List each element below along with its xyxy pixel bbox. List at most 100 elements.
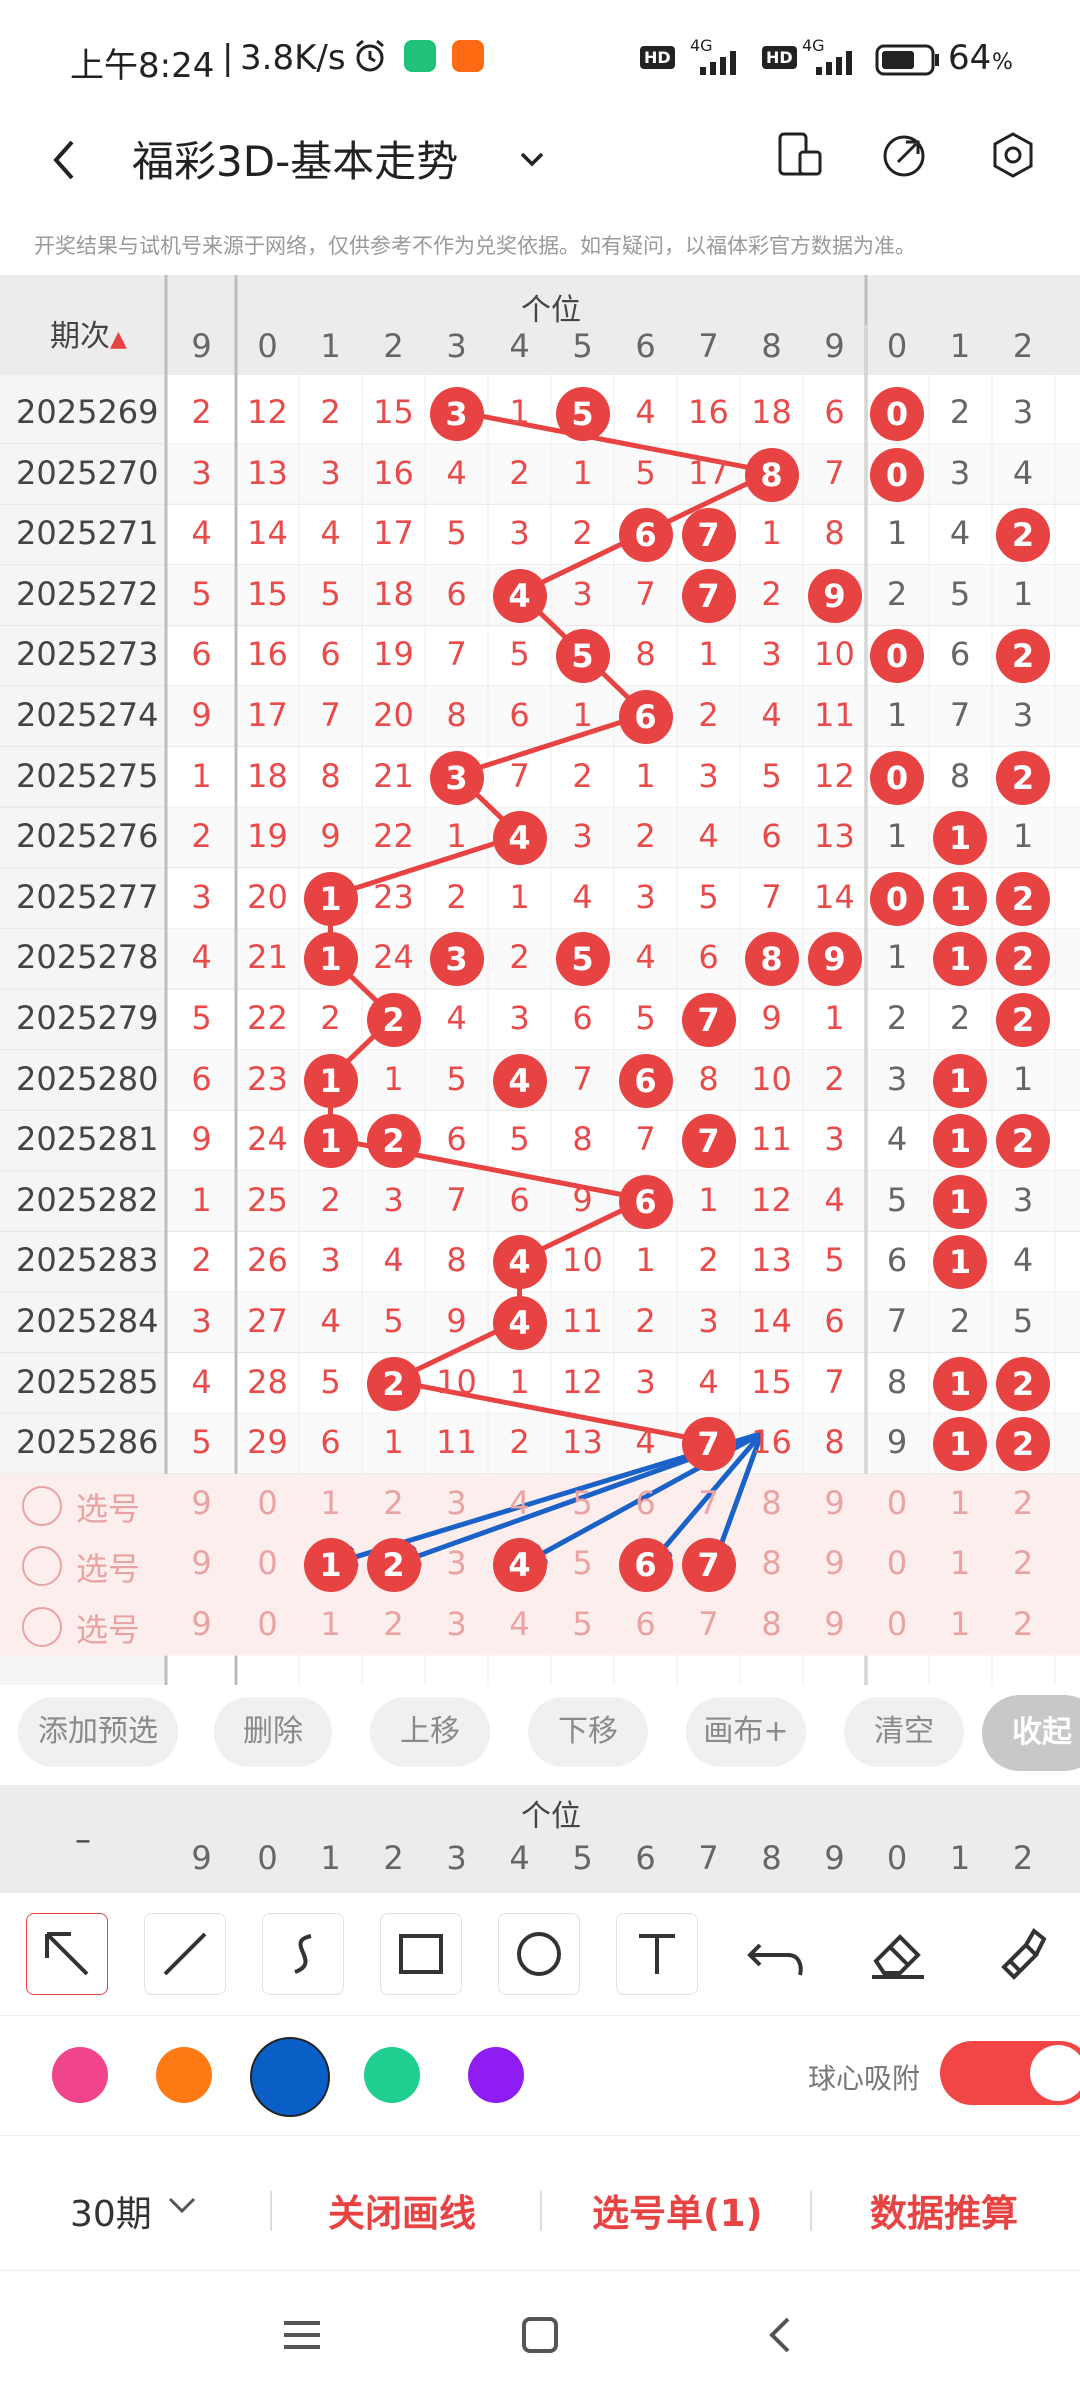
select-digit[interactable]: 9 [803,1605,866,1643]
data-calc-button[interactable]: 数据推算 [870,2183,1018,2237]
device-icon[interactable] [774,130,824,180]
miss-count: 5 [320,574,341,613]
settings-icon[interactable] [988,130,1038,180]
select-extra-digit[interactable]: 0 [866,1605,929,1643]
hit-ball: 7 [681,1417,736,1472]
select-radio[interactable] [22,1607,62,1647]
select-extra-digit[interactable]: 2 [992,1605,1055,1643]
miss-count: 4 [383,1241,404,1280]
bottom-digit: 2 [383,1839,404,1877]
miss-count: 13 [247,453,288,492]
select-digit[interactable]: 5 [551,1605,614,1643]
select-digit[interactable]: 9 [803,1544,866,1582]
clear-brush-icon[interactable] [980,1917,1060,1987]
select-digit[interactable]: 6 [614,1605,677,1643]
select-digit[interactable]: 8 [740,1484,803,1522]
move-down-button[interactable]: 下移 [528,1697,648,1767]
select-digit[interactable]: 3 [425,1484,488,1522]
select-digit[interactable]: 8 [740,1544,803,1582]
select-digit[interactable]: 3 [425,1544,488,1582]
selected-ball[interactable]: 6 [618,1538,673,1593]
miss-count: 11 [562,1302,603,1340]
issue-number: 2025281 [16,1120,159,1159]
rectangle-tool-icon[interactable] [380,1913,462,1995]
delete-button[interactable]: 删除 [214,1697,332,1767]
select-radio[interactable] [22,1546,62,1587]
select-digit[interactable]: 9 [803,1484,866,1522]
collapse-button[interactable]: 收起 [982,1695,1080,1771]
canvas-plus-button[interactable]: 画布+ [686,1697,806,1767]
select-digit[interactable]: 5 [551,1544,614,1582]
miss-count: 19 [373,635,414,674]
text-tool-icon[interactable] [616,1913,698,1995]
select-extra-digit[interactable]: 1 [929,1484,992,1522]
select-extra-digit[interactable]: 1 [929,1605,992,1643]
menu-icon[interactable] [280,2315,324,2355]
selected-ball[interactable]: 7 [681,1538,736,1593]
color-swatch[interactable] [52,2047,108,2103]
select-digit[interactable]: 1 [299,1484,362,1522]
select-extra-digit[interactable]: 2 [992,1484,1055,1522]
add-preselect-button[interactable]: 添加预选 [18,1697,178,1767]
select-digit[interactable]: 0 [236,1484,299,1522]
first-col-value: 2 [191,393,212,431]
select-digit[interactable]: 3 [425,1605,488,1643]
select-digit[interactable]: 1 [299,1605,362,1643]
select-digit[interactable]: 4 [488,1605,551,1643]
miss-count: 10 [814,635,855,674]
chevron-down-icon[interactable] [512,140,552,180]
select-digit[interactable]: 4 [488,1484,551,1522]
home-icon[interactable] [518,2313,562,2357]
move-up-button[interactable]: 上移 [370,1697,490,1767]
selected-ball[interactable]: 1 [303,1538,358,1593]
close-lines-button[interactable]: 关闭画线 [328,2183,476,2237]
extra-hit-ball: 1 [933,871,987,926]
trend-chart[interactable]: 9 0 1 2 3 4 5 6 7 8 9 0 1 2 2025269 2 12 2 15 3 1 5 4 16 18 6 0 2 3 2… [0,275,1080,1685]
select-digit[interactable]: 2 [362,1484,425,1522]
selection-list-button[interactable]: 选号单(1) [592,2183,763,2237]
bottom-digit: 1 [320,1839,341,1877]
selected-ball[interactable]: 2 [366,1538,421,1593]
select-digit[interactable]: 0 [236,1605,299,1643]
share-icon[interactable] [880,130,930,180]
miss-count: 25 [247,1180,288,1219]
select-digit[interactable]: 7 [677,1484,740,1522]
select-digit[interactable]: 7 [677,1605,740,1643]
miss-count: 1 [383,1059,404,1098]
first-col-value: 3 [191,877,212,916]
selected-ball[interactable]: 4 [492,1538,547,1593]
back-nav-icon[interactable] [760,2313,804,2357]
eraser-icon[interactable] [860,1917,940,1987]
select-digit[interactable]: 5 [551,1484,614,1522]
color-swatch[interactable] [250,2037,330,2117]
extra-count: 4 [1012,1241,1034,1280]
miss-count: 8 [824,1423,845,1462]
draw-tools [0,1895,1080,2016]
select-digit[interactable]: 8 [740,1605,803,1643]
circle-tool-icon[interactable] [498,1913,580,1995]
select-extra-digit[interactable]: 0 [866,1544,929,1582]
color-swatch[interactable] [468,2047,524,2103]
extra-hit-ball: 0 [870,629,924,684]
select-radio[interactable] [22,1485,62,1526]
line-tool-icon[interactable] [144,1913,226,1995]
select-extra-digit[interactable]: 0 [866,1484,929,1522]
select-digit[interactable]: 2 [362,1605,425,1643]
clear-button[interactable]: 清空 [844,1697,964,1767]
period-select[interactable]: 30期 [70,2185,152,2237]
back-icon[interactable] [44,130,84,190]
extra-hit-ball: 2 [996,1356,1050,1411]
select-digit[interactable]: 0 [236,1544,299,1582]
page-title[interactable]: 福彩3D-基本走势 [132,128,458,189]
chevron-down-icon[interactable] [164,2191,200,2221]
color-swatch[interactable] [364,2047,420,2103]
issue-sort-header[interactable]: 期次▲ [50,311,127,355]
pointer-tool-icon[interactable] [26,1913,108,1995]
curve-tool-icon[interactable] [262,1913,344,1995]
undo-icon[interactable] [740,1923,820,1983]
select-digit[interactable]: 6 [614,1484,677,1522]
select-extra-digit[interactable]: 2 [992,1544,1055,1582]
color-swatch[interactable] [156,2047,212,2103]
snap-toggle[interactable] [940,2041,1080,2105]
select-extra-digit[interactable]: 1 [929,1544,992,1582]
